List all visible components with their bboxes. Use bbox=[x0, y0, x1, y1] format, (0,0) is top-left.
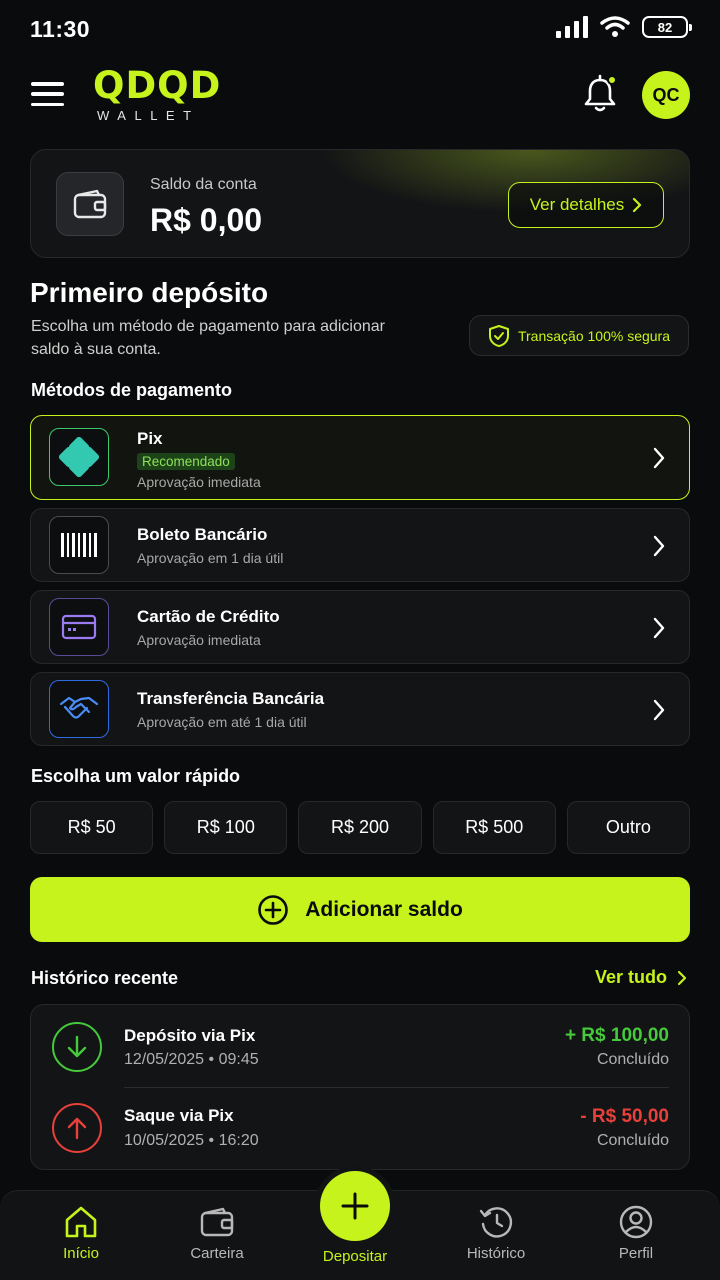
method-name: Boleto Bancário bbox=[137, 525, 268, 544]
history-amount: - R$ 50,00 bbox=[580, 1106, 669, 1127]
logo-main: QDQD bbox=[93, 64, 222, 107]
recommended-badge: Recomendado bbox=[137, 453, 235, 470]
nav-label: Histórico bbox=[466, 1245, 526, 1262]
quick-value-200[interactable]: R$ 200 bbox=[298, 801, 422, 854]
nav-profile[interactable]: Perfil bbox=[576, 1205, 696, 1262]
plus-circle-icon bbox=[258, 894, 289, 925]
history-icon bbox=[479, 1207, 513, 1238]
deposit-fab[interactable] bbox=[320, 1171, 390, 1241]
method-subtitle: Aprovação em até 1 dia útil bbox=[137, 714, 307, 730]
handshake-icon bbox=[49, 680, 109, 738]
home-icon bbox=[65, 1206, 97, 1238]
deposit-description: Escolha um método de pagamento para adic… bbox=[31, 318, 385, 358]
method-subtitle: Aprovação imediata bbox=[137, 474, 261, 490]
balance-label: Saldo da conta bbox=[150, 176, 257, 193]
see-all-link[interactable]: Ver tudo bbox=[595, 967, 687, 988]
arrow-up-icon bbox=[52, 1103, 102, 1153]
nav-history[interactable]: Histórico bbox=[436, 1205, 556, 1262]
method-transfer[interactable]: Transferência Bancária Aprovação em até … bbox=[30, 672, 690, 746]
logo-sub: WALLET bbox=[97, 108, 200, 123]
chevron-right-icon bbox=[653, 617, 665, 639]
notification-dot bbox=[607, 75, 617, 85]
history-row[interactable]: Depósito via Pix 12/05/2025 • 09:45 + R$… bbox=[31, 1005, 691, 1085]
balance-card: Saldo da conta R$ 0,00 Ver detalhes bbox=[30, 149, 690, 258]
history-name: Saque via Pix bbox=[124, 1106, 234, 1125]
wifi-icon bbox=[600, 16, 630, 37]
profile-icon bbox=[619, 1205, 653, 1239]
nav-label: Carteira bbox=[190, 1245, 244, 1262]
quick-value-500[interactable]: R$ 500 bbox=[432, 801, 556, 854]
history-label: Histórico recente bbox=[31, 968, 179, 988]
shield-check-icon bbox=[488, 324, 509, 347]
method-boleto[interactable]: Boleto Bancário Aprovação em 1 dia útil bbox=[30, 508, 690, 582]
barcode-icon bbox=[49, 516, 109, 574]
details-button-label: Ver detalhes bbox=[529, 195, 625, 214]
methods-label: Métodos de pagamento bbox=[31, 380, 233, 400]
history-date: 10/05/2025 • 16:20 bbox=[124, 1132, 259, 1149]
method-name: Transferência Bancária bbox=[137, 689, 325, 708]
history-status: Concluído bbox=[596, 1051, 669, 1068]
add-balance-label: Adicionar saldo bbox=[305, 897, 463, 921]
quick-value-100[interactable]: R$ 100 bbox=[164, 801, 288, 854]
battery-level: 82 bbox=[657, 19, 673, 35]
method-name: Pix bbox=[137, 429, 163, 448]
menu-icon[interactable] bbox=[31, 82, 64, 106]
secure-badge: Transação 100% segura bbox=[469, 315, 689, 356]
arrow-down-icon bbox=[52, 1022, 102, 1072]
history-date: 12/05/2025 • 09:45 bbox=[124, 1051, 259, 1068]
method-pix[interactable]: Pix Recomendado Aprovação imediata bbox=[30, 415, 690, 500]
history-name: Depósito via Pix bbox=[124, 1026, 256, 1045]
status-icons: 82 bbox=[556, 16, 692, 38]
avatar[interactable]: QC bbox=[642, 71, 690, 119]
pix-icon bbox=[49, 428, 109, 486]
nav-deposit-label: Depositar bbox=[322, 1248, 388, 1265]
quick-values: R$ 50 R$ 100 R$ 200 R$ 500 Outro bbox=[30, 801, 691, 854]
battery-icon: 82 bbox=[642, 16, 692, 38]
logo: QDQD WALLET bbox=[93, 64, 222, 123]
status-time: 11:30 bbox=[30, 16, 91, 42]
wallet-icon bbox=[200, 1207, 234, 1237]
method-subtitle: Aprovação em 1 dia útil bbox=[137, 550, 284, 566]
quick-value-50[interactable]: R$ 50 bbox=[30, 801, 154, 854]
details-button[interactable]: Ver detalhes bbox=[508, 182, 664, 228]
add-balance-button[interactable]: Adicionar saldo bbox=[30, 877, 690, 942]
history-card: Depósito via Pix 12/05/2025 • 09:45 + R$… bbox=[30, 1004, 690, 1170]
chevron-right-icon bbox=[677, 970, 687, 985]
method-credit-card[interactable]: Cartão de Crédito Aprovação imediata bbox=[30, 590, 690, 664]
quick-values-label: Escolha um valor rápido bbox=[31, 766, 241, 786]
nav-home[interactable]: Início bbox=[21, 1205, 141, 1262]
nav-label: Início bbox=[63, 1245, 99, 1262]
chevron-right-icon bbox=[653, 535, 665, 557]
history-row[interactable]: Saque via Pix 10/05/2025 • 16:20 - R$ 50… bbox=[31, 1088, 691, 1168]
signal-icon bbox=[556, 16, 588, 38]
see-all-label: Ver tudo bbox=[595, 967, 668, 987]
history-status: Concluído bbox=[596, 1132, 669, 1149]
page-title: Primeiro depósito bbox=[30, 277, 269, 308]
plus-icon bbox=[341, 1192, 369, 1220]
chevron-right-icon bbox=[653, 699, 665, 721]
wallet-icon bbox=[56, 172, 124, 236]
nav-wallet[interactable]: Carteira bbox=[157, 1205, 277, 1262]
credit-card-icon bbox=[49, 598, 109, 656]
secure-badge-label: Transação 100% segura bbox=[517, 327, 671, 344]
nav-label: Perfil bbox=[618, 1245, 654, 1262]
balance-value: R$ 0,00 bbox=[150, 202, 263, 238]
chevron-right-icon bbox=[633, 197, 642, 213]
method-subtitle: Aprovação imediata bbox=[137, 632, 261, 648]
method-name: Cartão de Crédito bbox=[137, 607, 280, 626]
chevron-right-icon bbox=[653, 447, 665, 469]
quick-value-other[interactable]: Outro bbox=[566, 801, 691, 854]
history-amount: + R$ 100,00 bbox=[564, 1025, 669, 1046]
